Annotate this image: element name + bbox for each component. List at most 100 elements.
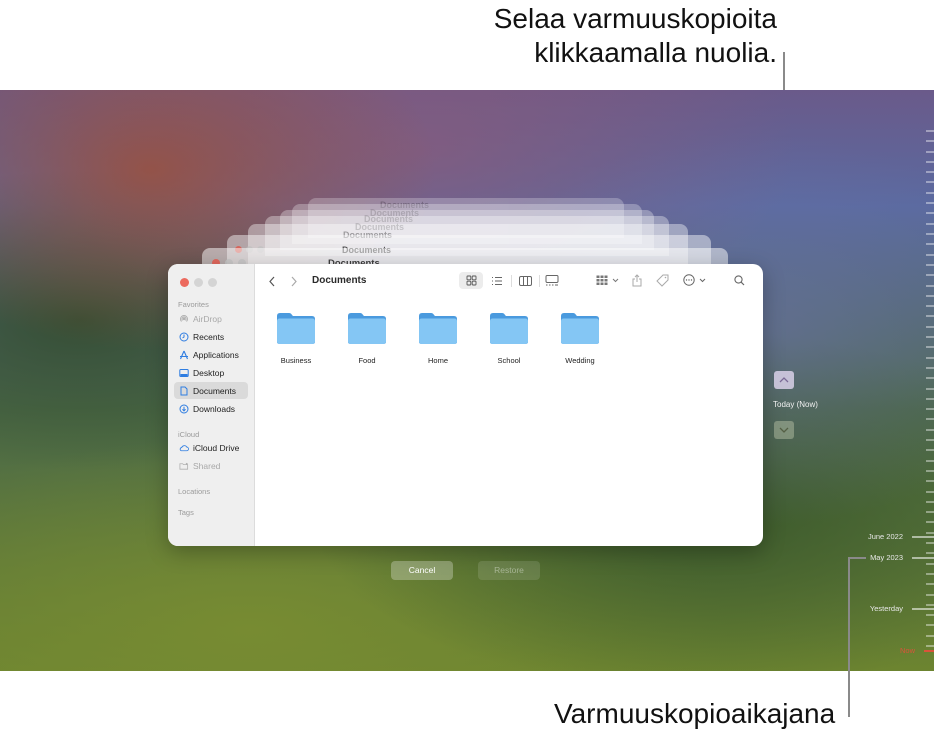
timeline-tick-minor[interactable] [926,460,934,462]
timeline-label-now[interactable]: Now [835,646,915,655]
timeline-tick-minor[interactable] [926,233,934,235]
sidebar-item-recents[interactable]: Recents [174,328,248,345]
timeline-tick-minor[interactable] [926,202,934,204]
toolbar: Documents [255,264,763,300]
timeline-tick-minor[interactable] [926,181,934,183]
tag-button[interactable] [653,271,671,289]
sidebar-item-airdrop[interactable]: AirDrop [174,310,248,327]
timeline-tick-minor[interactable] [926,243,934,245]
search-button[interactable] [731,272,747,288]
minimize-button[interactable] [194,278,203,287]
timeline-tick-minor[interactable] [926,274,934,276]
timeline-tick-minor[interactable] [926,315,934,317]
timeline-tick-minor[interactable] [926,130,934,132]
timeline-tick-minor[interactable] [926,635,934,637]
timeline-tick-minor[interactable] [926,192,934,194]
backup-down-arrow-button[interactable] [774,421,794,439]
timeline-tick-minor[interactable] [926,614,934,616]
timeline-tick-minor[interactable] [926,439,934,441]
timeline-tick-major[interactable] [912,536,934,538]
timeline-tick-minor[interactable] [926,212,934,214]
timeline-tick-minor[interactable] [926,480,934,482]
timeline-tick-major[interactable] [912,608,934,610]
timeline-tick-minor[interactable] [926,573,934,575]
icon-view-button[interactable] [459,272,483,289]
timeline-tick-minor[interactable] [926,254,934,256]
window-title: Documents [312,275,367,286]
column-view-button[interactable] [515,272,535,289]
timeline-tick-minor[interactable] [926,305,934,307]
timeline-tick-minor[interactable] [926,264,934,266]
timeline-tick-minor[interactable] [926,583,934,585]
timeline-tick-minor[interactable] [926,521,934,523]
timeline-tick-minor[interactable] [926,418,934,420]
restore-button[interactable]: Restore [478,561,540,580]
timeline-tick-minor[interactable] [926,532,934,534]
sidebar-item-desktop[interactable]: Desktop [174,364,248,381]
timeline-tick-minor[interactable] [926,511,934,513]
timeline-label[interactable]: Yesterday [823,604,903,613]
timeline-tick-minor[interactable] [926,604,934,606]
timeline-tick-minor[interactable] [926,624,934,626]
timeline-tick-minor[interactable] [926,552,934,554]
sidebar-item-applications[interactable]: Applications [174,346,248,363]
timeline-tick-minor[interactable] [926,542,934,544]
sidebar: Favorites AirDrop Recents Applications D… [168,264,255,546]
timeline-tick-minor[interactable] [926,161,934,163]
timeline-tick-minor[interactable] [926,563,934,565]
sidebar-item-icloud-drive[interactable]: iCloud Drive [174,439,248,456]
folder-item[interactable]: Home [408,312,468,365]
timeline-tick-minor[interactable] [926,470,934,472]
list-view-button[interactable] [487,272,507,289]
timeline-tick-minor[interactable] [926,223,934,225]
timeline-label[interactable]: June 2022 [823,532,903,541]
callout-line-1: Selaa varmuuskopioita [493,3,777,34]
group-button[interactable] [593,272,621,289]
backup-up-arrow-button[interactable] [774,371,794,389]
timeline-tick-minor[interactable] [926,140,934,142]
timeline-tick-now[interactable] [924,650,934,652]
timeline-tick-minor[interactable] [926,346,934,348]
timeline-tick-minor[interactable] [926,501,934,503]
timeline-tick-minor[interactable] [926,357,934,359]
timeline-tick-minor[interactable] [926,408,934,410]
timeline-tick-minor[interactable] [926,295,934,297]
download-icon [179,404,189,414]
zoom-button[interactable] [208,278,217,287]
sidebar-item-documents[interactable]: Documents [174,382,248,399]
folder-item[interactable]: Wedding [550,312,610,365]
timeline-tick-minor[interactable] [926,285,934,287]
timeline-tick-minor[interactable] [926,491,934,493]
close-button[interactable] [180,278,189,287]
forward-button[interactable] [287,273,301,289]
sidebar-item-downloads[interactable]: Downloads [174,400,248,417]
timeline-tick-minor[interactable] [926,429,934,431]
cancel-button[interactable]: Cancel [391,561,453,580]
timeline-tick-major[interactable] [912,557,934,559]
folder-icon [419,313,457,344]
columns-icon [518,275,532,286]
folder-item[interactable]: School [479,312,539,365]
timeline-tick-minor[interactable] [926,594,934,596]
back-button[interactable] [265,273,279,289]
timeline-tick-minor[interactable] [926,449,934,451]
toolbar-divider [539,275,540,287]
folder-item[interactable]: Food [337,312,397,365]
timeline-tick-minor[interactable] [926,377,934,379]
timeline-tick-minor[interactable] [926,367,934,369]
clock-icon [179,332,189,342]
sidebar-section-locations: Locations [178,487,211,496]
timeline-tick-minor[interactable] [926,388,934,390]
gallery-view-button[interactable] [542,272,562,289]
timeline-tick-minor[interactable] [926,336,934,338]
sidebar-item-shared[interactable]: Shared [174,457,248,474]
timeline-tick-minor[interactable] [926,151,934,153]
grid-icon [466,275,476,286]
more-actions-button[interactable] [680,271,708,289]
folder-item[interactable]: Business [266,312,326,365]
share-button[interactable] [629,271,645,289]
timeline-tick-minor[interactable] [926,645,934,647]
timeline-tick-minor[interactable] [926,398,934,400]
timeline-tick-minor[interactable] [926,326,934,328]
timeline-tick-minor[interactable] [926,171,934,173]
